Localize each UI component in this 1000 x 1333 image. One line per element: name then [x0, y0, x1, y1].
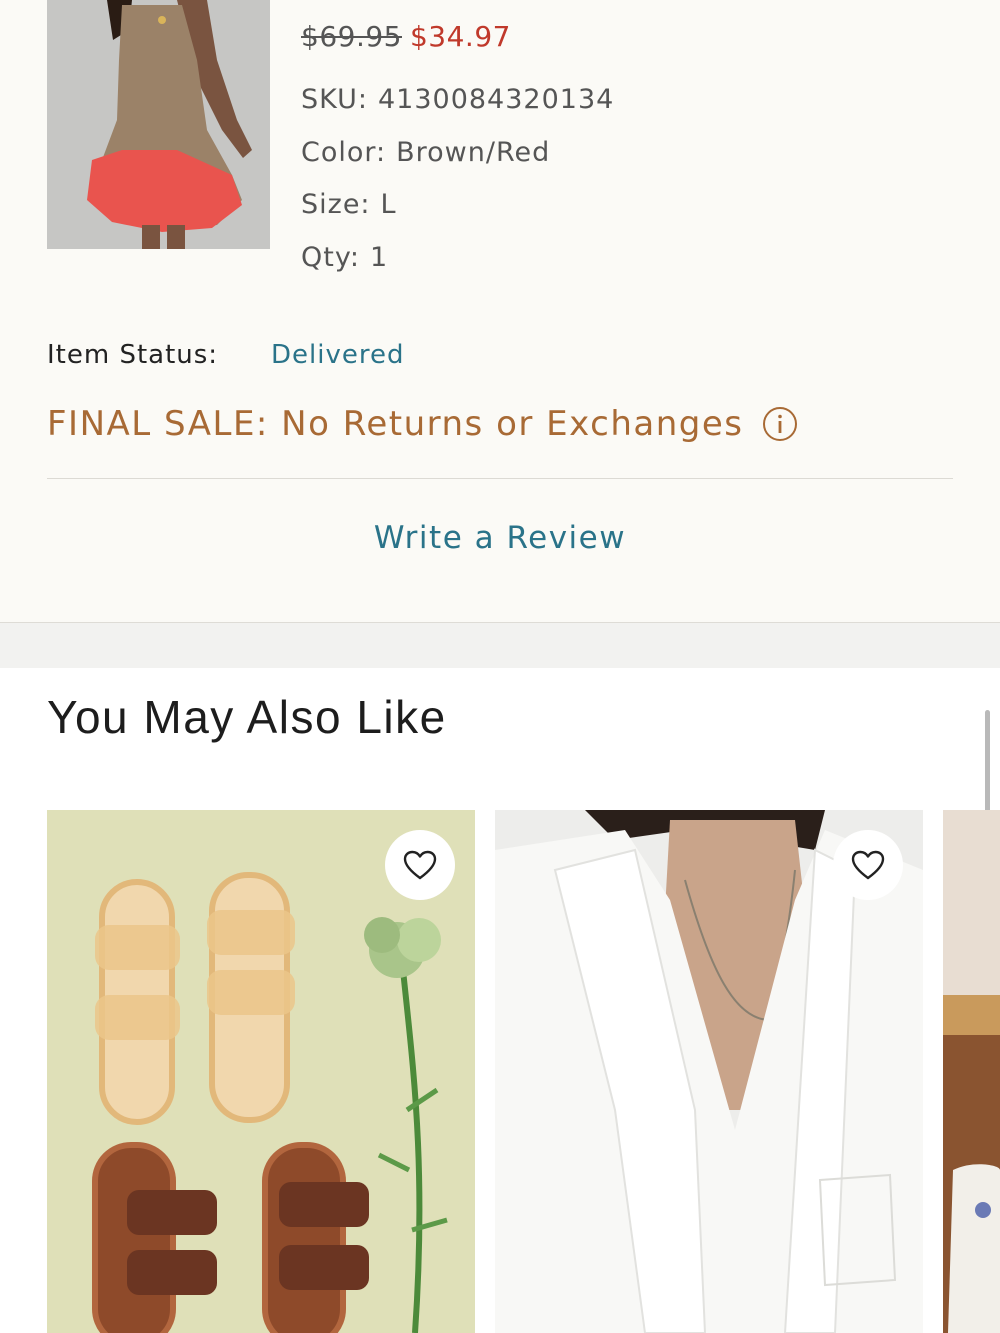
heart-outline-icon: [403, 850, 437, 880]
favorite-button[interactable]: [385, 830, 455, 900]
section-separator: [0, 622, 1000, 668]
favorite-button[interactable]: [833, 830, 903, 900]
product-image-partial: [943, 810, 1000, 1333]
product-card[interactable]: [47, 810, 475, 1333]
qty-row: Qty: 1: [301, 242, 388, 273]
info-circle-icon[interactable]: [762, 406, 798, 442]
size-value: L: [380, 189, 397, 220]
qty-value: 1: [369, 242, 389, 273]
recommendations-title: You May Also Like: [47, 691, 447, 743]
product-image[interactable]: [47, 0, 270, 249]
write-review-link[interactable]: Write a Review: [0, 520, 1000, 556]
scrollbar[interactable]: [985, 710, 990, 820]
color-row: Color: Brown/Red: [301, 137, 550, 168]
heart-outline-icon: [851, 850, 885, 880]
price-row: $69.95 $34.97: [301, 20, 511, 53]
sale-price: $34.97: [409, 20, 511, 53]
color-label: Color:: [301, 137, 387, 168]
item-status-value: Delivered: [271, 340, 405, 370]
section-divider: [47, 478, 953, 479]
original-price: $69.95: [301, 20, 402, 53]
sku-value: 4130084320134: [377, 84, 615, 115]
size-row: Size: L: [301, 189, 397, 220]
product-card[interactable]: [943, 810, 1000, 1333]
sku-label: SKU:: [301, 84, 368, 115]
product-card[interactable]: [495, 810, 923, 1333]
color-value: Brown/Red: [396, 137, 551, 168]
sku-row: SKU: 4130084320134: [301, 84, 614, 115]
final-sale-text: FINAL SALE: No Returns or Exchanges: [47, 404, 744, 444]
item-status-label: Item Status:: [47, 340, 219, 370]
size-label: Size:: [301, 189, 371, 220]
final-sale-notice: FINAL SALE: No Returns or Exchanges: [47, 404, 798, 444]
order-item-section: $69.95 $34.97 SKU: 4130084320134 Color: Bro…: [0, 0, 1000, 622]
qty-label: Qty:: [301, 242, 360, 273]
